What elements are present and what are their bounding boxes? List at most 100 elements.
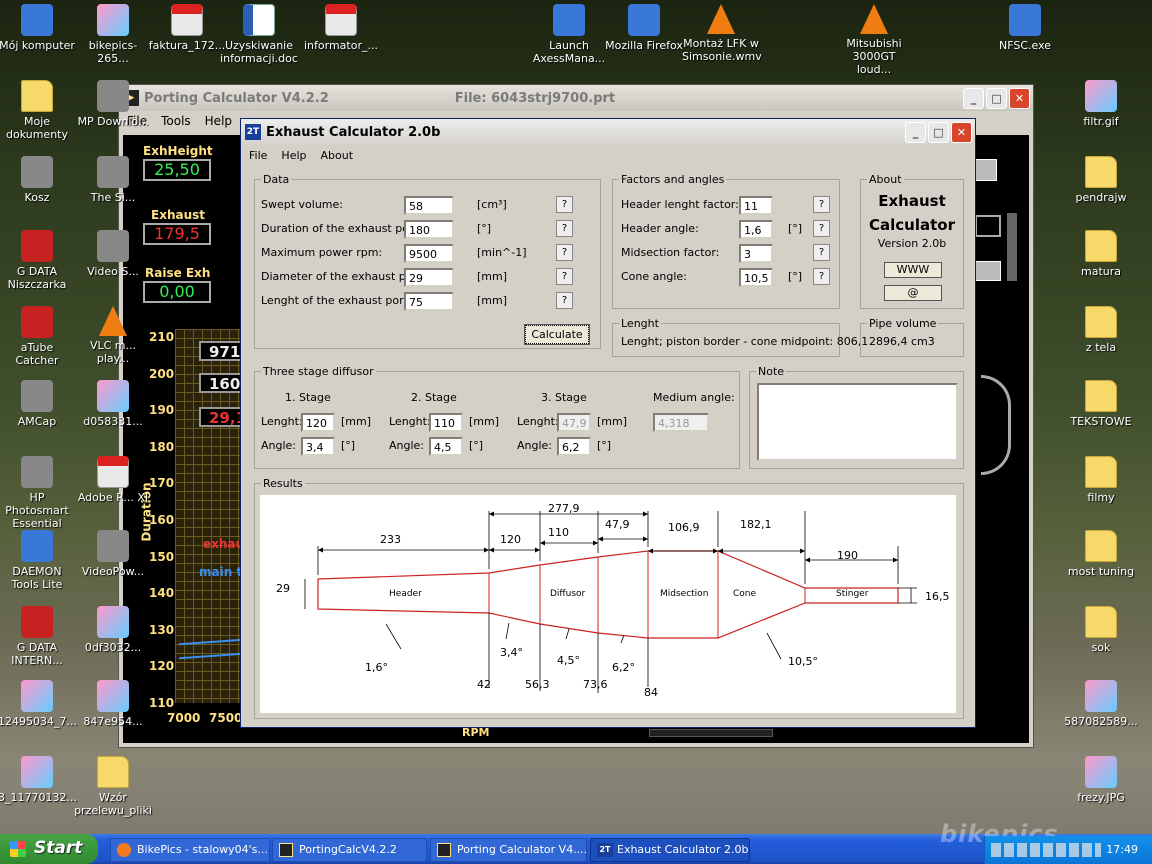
factor-help-button[interactable]: ? — [813, 268, 830, 285]
desktop-icon[interactable]: VideoPow... — [74, 530, 152, 578]
desktop-icon[interactable]: pendrajw — [1062, 156, 1140, 204]
desktop-icon[interactable]: aTube Catcher — [0, 306, 76, 367]
task-portingcalc-folder[interactable]: PortingCalcV4.2.2 — [272, 838, 427, 862]
desktop-icon[interactable]: 0df3032... — [74, 606, 152, 654]
desktop-icon[interactable]: Wzór przelewu_pliki — [74, 756, 152, 817]
factor-help-button[interactable]: ? — [813, 220, 830, 237]
desktop-icon[interactable]: Video S... — [74, 230, 152, 278]
desktop-icon[interactable]: Moje dokumenty — [0, 80, 76, 141]
exhaust-value[interactable]: 179,5 — [143, 223, 211, 245]
stage-angle-input[interactable]: 4,5 — [429, 437, 463, 456]
desktop-icon[interactable]: Mój komputer — [0, 4, 76, 52]
exh-height-value[interactable]: 25,50 — [143, 159, 211, 181]
email-button[interactable]: @ — [884, 285, 942, 301]
factor-row-input[interactable]: 1,6 — [739, 220, 773, 239]
stage-lenght-input[interactable]: 120 — [301, 413, 335, 432]
angle-label: 1,6° — [365, 661, 388, 674]
porting-menu-tools[interactable]: Tools — [161, 114, 191, 128]
help-button[interactable]: ? — [556, 268, 573, 285]
desktop-icon[interactable]: sok — [1062, 606, 1140, 654]
data-row-input[interactable]: 29 — [404, 268, 454, 287]
factor-row-input[interactable]: 11 — [739, 196, 773, 215]
porting-menu-help[interactable]: Help — [205, 114, 232, 128]
start-button[interactable]: Start — [0, 834, 98, 864]
desktop-icon[interactable]: d058331... — [74, 380, 152, 428]
desktop-icon[interactable]: Montaż LFK w Simsonie.wmv — [682, 4, 762, 63]
desktop-icon[interactable]: bikepics-265... — [74, 4, 152, 65]
desktop-icon[interactable]: Launch AxessMana... — [530, 4, 608, 65]
note-textarea[interactable] — [757, 383, 958, 461]
desktop-icon[interactable]: G DATA INTERN... — [0, 606, 76, 667]
task-bikepics[interactable]: BikePics - stalowy04's... — [110, 838, 270, 862]
desktop-icon[interactable]: faktura_172... — [148, 4, 226, 52]
exhaust-minimize-icon[interactable]: _ — [905, 121, 926, 143]
stage-lenght-input[interactable]: 47,9 — [557, 413, 591, 432]
desktop-icon[interactable]: Kosz — [0, 156, 76, 204]
porting-titlebar[interactable]: ▶ Porting Calculator V4.2.2 File: 6043st… — [119, 85, 1033, 111]
right-side-button[interactable] — [975, 159, 997, 181]
calculate-button[interactable]: Calculate — [524, 324, 590, 345]
factor-row-input[interactable]: 3 — [739, 244, 773, 263]
factor-help-button[interactable]: ? — [813, 244, 830, 261]
porting-scrollbar[interactable] — [649, 729, 773, 737]
desktop-icon[interactable]: 587082589... — [1062, 680, 1140, 728]
exhaust-close-icon[interactable]: ✕ — [951, 121, 972, 143]
minimize-icon[interactable]: _ — [963, 87, 984, 109]
exhaust-menu-help[interactable]: Help — [281, 149, 306, 162]
desktop-icon[interactable]: z tela — [1062, 306, 1140, 354]
desktop-icon[interactable]: MP Downlo... — [74, 80, 152, 128]
desktop-icon[interactable]: AMCap — [0, 380, 76, 428]
exhaust-calculator-window[interactable]: 2T Exhaust Calculator 2.0b _ □ ✕ File He… — [240, 118, 976, 728]
desktop-icon[interactable]: NFSC.exe — [986, 4, 1064, 52]
close-icon[interactable]: ✕ — [1009, 87, 1030, 109]
amcap-icon — [21, 380, 53, 412]
data-row-input[interactable]: 9500 — [404, 244, 454, 263]
desktop-icon[interactable]: The Si... — [74, 156, 152, 204]
help-button[interactable]: ? — [556, 220, 573, 237]
factor-row-input[interactable]: 10,5 — [739, 268, 773, 287]
desktop-icon[interactable]: 12495034_7... — [0, 680, 77, 728]
desktop-icon[interactable]: matura — [1062, 230, 1140, 278]
stage-angle-input[interactable]: 6,2 — [557, 437, 591, 456]
task-porting-calculator[interactable]: Porting Calculator V4.... — [430, 838, 587, 862]
desktop-icon[interactable]: 3_11770132... — [0, 756, 77, 804]
desktop-icon[interactable]: informator_... — [302, 4, 380, 52]
data-row-input[interactable]: 58 — [404, 196, 454, 215]
lenght-legend: Lenght — [621, 317, 659, 330]
stage-lenght-input[interactable]: 110 — [429, 413, 463, 432]
exhaust-maximize-icon[interactable]: □ — [928, 121, 949, 143]
desktop-icon[interactable]: 847e954... — [74, 680, 152, 728]
raise-exh-value[interactable]: 0,00 — [143, 281, 211, 303]
desktop-icon[interactable]: HP Photosmart Essential — [0, 456, 76, 530]
desktop-icon[interactable]: Mozilla Firefox — [605, 4, 683, 52]
right-side-field[interactable] — [975, 215, 1001, 237]
desktop-icon[interactable]: Uzyskiwanie informacji.doc — [220, 4, 298, 65]
data-row-input[interactable]: 180 — [404, 220, 454, 239]
help-button[interactable]: ? — [556, 292, 573, 309]
right-side-scroll[interactable] — [1007, 213, 1017, 281]
factor-help-button[interactable]: ? — [813, 196, 830, 213]
desktop-icon[interactable]: Mitsubishi 3000GT loud... — [835, 4, 913, 76]
desktop-icon[interactable]: Adobe R... XI — [74, 456, 152, 504]
desktop-icon[interactable]: DAEMON Tools Lite — [0, 530, 76, 591]
medium-angle-input[interactable]: 4,318 — [653, 413, 709, 432]
desktop-icon[interactable]: filmy — [1062, 456, 1140, 504]
right-side-button-2[interactable] — [975, 261, 1001, 281]
help-button[interactable]: ? — [556, 196, 573, 213]
maximize-icon[interactable]: □ — [986, 87, 1007, 109]
desktop-icon[interactable]: G DATA Niszczarka — [0, 230, 76, 291]
help-button[interactable]: ? — [556, 244, 573, 261]
desktop-icon[interactable]: frezy.JPG — [1062, 756, 1140, 804]
desktop-icon[interactable]: most tuning — [1062, 530, 1140, 578]
exhaust-titlebar[interactable]: 2T Exhaust Calculator 2.0b _ □ ✕ — [241, 119, 975, 145]
data-row-input[interactable]: 75 — [404, 292, 454, 311]
task-exhaust-calculator[interactable]: 2T Exhaust Calculator 2.0b — [590, 838, 750, 862]
desktop-icon[interactable]: TEKSTOWE — [1062, 380, 1140, 428]
desktop-icon[interactable]: filtr.gif — [1062, 80, 1140, 128]
exhaust-menu-about[interactable]: About — [321, 149, 354, 162]
desktop-icon-label: NFSC.exe — [998, 39, 1052, 52]
exhaust-menu-file[interactable]: File — [249, 149, 267, 162]
www-button[interactable]: WWW — [884, 262, 942, 278]
desktop-icon[interactable]: VLC m... play... — [74, 306, 152, 365]
stage-angle-input[interactable]: 3,4 — [301, 437, 335, 456]
